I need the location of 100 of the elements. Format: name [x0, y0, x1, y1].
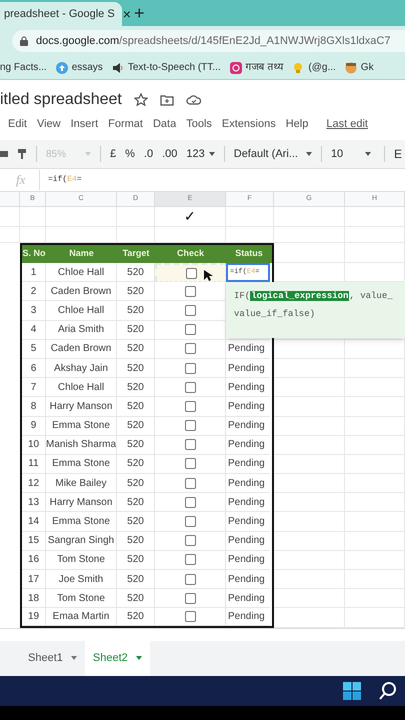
checkbox[interactable]	[184, 496, 196, 508]
percent-button[interactable]: %	[125, 146, 135, 162]
table-cell[interactable]	[155, 340, 226, 359]
table-cell[interactable]	[155, 436, 226, 455]
table-cell: 520	[117, 436, 155, 455]
bookmark-link[interactable]: गजब तथ्य	[246, 60, 284, 75]
document-title[interactable]: itled spreadsheet	[0, 88, 122, 112]
sheet-tab[interactable]: Sheet1	[20, 640, 85, 676]
table-cell: Emaa Martin	[46, 608, 117, 626]
checkbox[interactable]	[184, 554, 196, 566]
table-cell[interactable]	[155, 474, 226, 494]
table-cell[interactable]	[155, 320, 226, 340]
table-cell[interactable]	[155, 378, 226, 398]
toolbar-item[interactable]: E	[394, 145, 402, 163]
checkbox[interactable]	[184, 478, 196, 489]
checkbox[interactable]	[184, 343, 196, 354]
table-cell: Chloe Hall	[46, 263, 117, 282]
checkbox[interactable]	[184, 382, 196, 393]
table-cell: 5	[22, 340, 46, 359]
column-heading: Check	[176, 247, 205, 260]
menu-item[interactable]: Insert	[70, 116, 98, 132]
table-cell[interactable]	[155, 570, 226, 590]
bookmark-link[interactable]: ng Facts...	[0, 60, 47, 75]
table-cell[interactable]	[155, 589, 226, 608]
close-button[interactable]: ×	[122, 7, 131, 21]
table-cell: 4	[22, 320, 46, 340]
decrease-decimals-button[interactable]: .0	[144, 146, 154, 162]
caret-icon	[365, 152, 372, 156]
table-cell[interactable]	[155, 416, 226, 436]
fx-label: fx	[0, 170, 40, 190]
table-cell[interactable]	[155, 397, 226, 416]
table-cell[interactable]	[155, 301, 226, 321]
table-cell-text: Pending	[228, 553, 265, 568]
checkbox[interactable]	[186, 268, 196, 279]
checkbox[interactable]	[184, 304, 196, 316]
paint-format-icon[interactable]	[17, 148, 27, 160]
windows-logo-icon[interactable]	[343, 682, 361, 700]
font-select[interactable]: Default (Ari...	[234, 146, 312, 162]
formula-input[interactable]: =if(E4=	[40, 174, 82, 186]
table-cell: 17	[22, 570, 46, 590]
table-cell[interactable]	[155, 282, 226, 302]
table-cell: Caden Brown	[46, 282, 117, 302]
table-cell: 13	[22, 493, 46, 512]
table-cell: Joe Smith	[46, 570, 117, 590]
increase-decimals-button[interactable]: .00	[162, 146, 178, 162]
menu-item[interactable]: Tools	[186, 116, 212, 132]
print-icon[interactable]	[0, 148, 8, 160]
checkbox[interactable]	[184, 400, 196, 412]
star-icon[interactable]	[134, 93, 148, 107]
table-cell: 520	[117, 397, 155, 416]
last-edit-link[interactable]: Last edit	[326, 116, 368, 132]
bookmark-link[interactable]: (@g...	[308, 60, 336, 75]
menu-item[interactable]: Edit	[8, 116, 27, 132]
checkbox[interactable]	[184, 610, 196, 622]
new-tab-button[interactable]: +	[134, 4, 145, 22]
checkbox[interactable]	[184, 439, 196, 450]
table-cell[interactable]	[155, 532, 226, 551]
checkbox[interactable]	[184, 458, 196, 470]
empty-cell	[274, 358, 345, 378]
empty-cell	[274, 589, 345, 608]
column-heading: S. No	[22, 247, 46, 260]
checkbox[interactable]	[184, 420, 196, 432]
menu-item[interactable]: Extensions	[222, 116, 276, 132]
sheet-tab[interactable]: Sheet2	[84, 640, 150, 676]
checkbox[interactable]	[184, 286, 196, 297]
table-cell[interactable]	[155, 493, 226, 512]
table-cell: Tom Stone	[46, 550, 117, 570]
empty-cell	[274, 512, 345, 532]
menu-item[interactable]: View	[36, 116, 61, 132]
table-cell[interactable]	[155, 512, 226, 532]
table-cell[interactable]	[155, 454, 226, 474]
search-icon[interactable]	[379, 682, 397, 700]
checkbox[interactable]	[184, 362, 196, 374]
checkbox[interactable]	[184, 535, 196, 546]
number-format-button[interactable]: 123	[186, 146, 215, 162]
font-size-select[interactable]: 10	[330, 146, 375, 162]
copied-cell[interactable]	[155, 263, 226, 282]
table-cell[interactable]	[155, 550, 226, 570]
menu-item[interactable]: Data	[152, 116, 176, 132]
currency-button[interactable]: £	[110, 146, 116, 162]
menu-item[interactable]: Help	[286, 116, 308, 132]
menu-item[interactable]: Format	[108, 116, 143, 132]
table-cell[interactable]	[155, 608, 226, 626]
address-bar[interactable]: docs.google.com/spreadsheets/d/145fEnE2Jd_A1NWJWrj8GXls1ldxaC7	[12, 30, 405, 52]
cloud-icon[interactable]	[186, 94, 202, 106]
checkbox[interactable]	[184, 516, 196, 528]
upload-icon	[56, 62, 68, 74]
bookmark-link[interactable]: essays	[72, 60, 103, 75]
table-cell-text: Pending	[228, 438, 265, 452]
bookmark-link[interactable]: Gk	[360, 60, 374, 75]
table-cell-text: Pending	[228, 592, 265, 606]
checkbox[interactable]	[184, 592, 196, 604]
table-cell: Manish Sharma	[46, 436, 117, 455]
empty-cell	[274, 493, 345, 512]
table-cell[interactable]	[155, 358, 226, 378]
checkbox[interactable]	[184, 324, 196, 336]
table-cell-text: Pending	[228, 476, 265, 491]
checkbox[interactable]	[184, 574, 196, 585]
folder-icon[interactable]	[160, 94, 174, 106]
bookmark-link[interactable]: Text-to-Speech (TT...	[128, 60, 221, 75]
